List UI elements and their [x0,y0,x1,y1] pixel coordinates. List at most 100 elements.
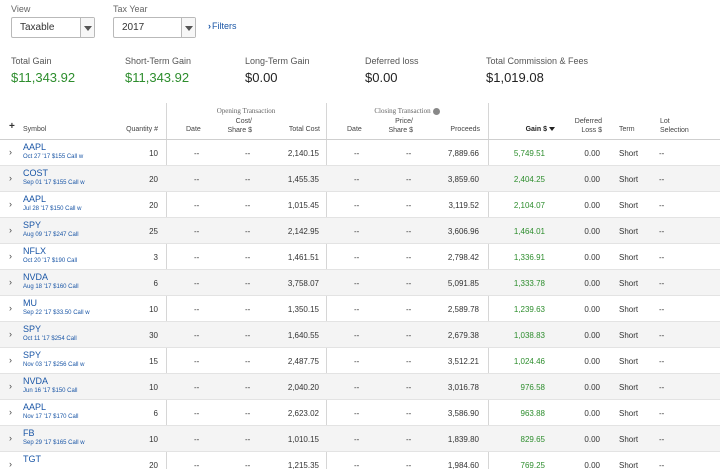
cell-symbol[interactable]: NFLX [23,246,46,256]
col-quantity[interactable]: Quantity # [110,125,158,134]
cell-option-description[interactable]: Oct 11 '17 $254 Call [23,336,77,342]
table-row[interactable]: › AAPL Oct 27 '17 $155 Call w 10 -- -- 2,140.1… [0,140,720,166]
cell-option-description[interactable]: Aug 09 '17 $247 Call [23,232,79,238]
chevron-right-icon[interactable]: › [9,303,12,313]
cell-term: Short [619,383,639,392]
col-symbol[interactable]: Symbol [23,125,46,134]
chevron-right-icon[interactable]: › [9,433,12,443]
chevron-right-icon[interactable]: › [9,173,12,183]
cell-quantity: 25 [149,227,158,236]
table-row[interactable]: › TGT 20 -- -- 1,215.35 -- -- 1,984.60 769.25 0.00… [0,452,720,469]
cell-gain: 1,024.46 [513,357,545,366]
cell-symbol[interactable]: NVDA [23,272,48,282]
chevron-right-icon[interactable]: › [9,225,12,235]
cell-symbol[interactable]: AAPL [23,402,46,412]
cell-option-description[interactable]: Nov 03 '17 $256 Call w [23,362,85,368]
cell-symbol[interactable]: COST [23,168,48,178]
cell-lot-selection: -- [659,253,665,262]
cell-symbol[interactable]: AAPL [23,142,46,152]
cell-proceeds: 3,512.21 [447,357,479,366]
col-proceeds[interactable]: Proceeds [430,125,480,134]
cell-total-cost: 2,142.95 [287,227,319,236]
col-lot-selection[interactable]: Lot Selection [660,117,689,135]
chevron-right-icon[interactable]: › [9,199,12,209]
table-row[interactable]: › NFLX Oct 20 '17 $190 Call 3 -- -- 1,461.51 --… [0,244,720,270]
col-term[interactable]: Term [619,125,635,134]
chevron-right-icon[interactable]: › [9,329,12,339]
cell-symbol[interactable]: FB [23,428,35,438]
table-row[interactable]: › SPY Aug 09 '17 $247 Call 25 -- -- 2,142.95 --… [0,218,720,244]
table-row[interactable]: › AAPL Nov 17 '17 $170 Call 6 -- -- 2,623.02 --… [0,400,720,426]
cell-option-description[interactable]: Aug 18 '17 $160 Call [23,284,79,290]
table-row[interactable]: › SPY Nov 03 '17 $256 Call w 15 -- -- 2,487.75… [0,348,720,374]
chevron-right-icon[interactable]: › [9,355,12,365]
col-gain[interactable]: Gain $ [500,125,555,134]
tax-year-label: Tax Year [113,4,148,14]
table-row[interactable]: › COST Sep 01 '17 $155 Call w 20 -- -- 1,455.3… [0,166,720,192]
cell-option-description[interactable]: Nov 17 '17 $170 Call [23,414,79,420]
view-select[interactable]: Taxable [11,17,95,38]
cell-symbol[interactable]: AAPL [23,194,46,204]
cell-symbol[interactable]: SPY [23,324,41,334]
cell-close-date: -- [354,279,360,288]
info-icon[interactable] [432,107,440,115]
cell-quantity: 10 [149,149,158,158]
table-row[interactable]: › SPY Oct 11 '17 $254 Call 30 -- -- 1,640.55 --… [0,322,720,348]
cell-proceeds: 1,839.80 [447,435,479,444]
cell-gain: 2,104.07 [513,201,545,210]
col-gain-label: Gain $ [525,126,547,133]
cell-deferred-loss: 0.00 [584,357,600,366]
chevron-right-icon[interactable]: › [9,459,12,469]
col-close-date[interactable]: Date [347,125,362,134]
table-row[interactable]: › AAPL Jul 28 '17 $150 Call w 20 -- -- 1,015.4… [0,192,720,218]
cell-symbol[interactable]: SPY [23,350,41,360]
table-row[interactable]: › MU Sep 22 '17 $33.50 Call w 10 -- -- 1,350.1… [0,296,720,322]
chevron-right-icon[interactable]: › [9,407,12,417]
cell-symbol[interactable]: SPY [23,220,41,230]
chevron-right-icon[interactable]: › [9,251,12,261]
chevron-right-icon[interactable]: › [9,277,12,287]
chevron-down-icon [181,18,195,37]
cell-quantity: 10 [149,383,158,392]
chevron-right-icon[interactable]: › [9,147,12,157]
filters-link[interactable]: ›Filters [208,21,237,31]
cell-cost-share: -- [245,279,251,288]
col-open-date[interactable]: Date [186,125,201,134]
cell-deferred-loss: 0.00 [584,331,600,340]
cell-symbol[interactable]: TGT [23,454,41,464]
cell-open-date: -- [194,357,200,366]
cell-quantity: 20 [149,461,158,469]
cell-option-description[interactable]: Oct 20 '17 $190 Call [23,258,77,264]
chevron-right-icon[interactable]: › [9,381,12,391]
cell-cost-share: -- [245,357,251,366]
cell-proceeds: 3,119.52 [448,201,479,210]
summary-title: Short-Term Gain [125,56,192,66]
cell-symbol[interactable]: NVDA [23,376,48,386]
cell-lot-selection: -- [659,435,665,444]
table-row[interactable]: › NVDA Aug 18 '17 $160 Call 6 -- -- 3,758.07 --… [0,270,720,296]
cell-close-date: -- [354,383,360,392]
cell-open-date: -- [194,331,200,340]
col-price-share[interactable]: Price/ Share $ [383,117,413,135]
tax-year-select[interactable]: 2017 [113,17,196,38]
cell-symbol[interactable]: MU [23,298,37,308]
col-total-cost[interactable]: Total Cost [270,125,320,134]
cell-option-description[interactable]: Jul 28 '17 $150 Call w [23,206,82,212]
cell-gain: 1,333.78 [513,279,545,288]
cell-option-description[interactable]: Sep 01 '17 $155 Call w [23,180,85,186]
sort-desc-icon [549,127,555,132]
cell-option-description[interactable]: Jun 16 '17 $150 Call [23,388,78,394]
cell-quantity: 15 [149,357,158,366]
cell-deferred-loss: 0.00 [584,461,600,469]
table-row[interactable]: › FB Sep 29 '17 $165 Call w 10 -- -- 1,010.15 -… [0,426,720,452]
table-row[interactable]: › NVDA Jun 16 '17 $150 Call 10 -- -- 2,040.20 -… [0,374,720,400]
expand-all-plus-icon[interactable]: + [9,121,15,132]
cell-deferred-loss: 0.00 [584,435,600,444]
cell-option-description[interactable]: Sep 22 '17 $33.50 Call w [23,310,90,316]
col-deferred-loss[interactable]: Deferred Loss $ [568,117,602,135]
cell-option-description[interactable]: Sep 29 '17 $165 Call w [23,440,85,446]
col-cost-share[interactable]: Cost/ Share $ [222,117,252,135]
cell-option-description[interactable]: Oct 27 '17 $155 Call w [23,154,83,160]
cell-term: Short [619,175,639,184]
cell-open-date: -- [194,461,200,469]
